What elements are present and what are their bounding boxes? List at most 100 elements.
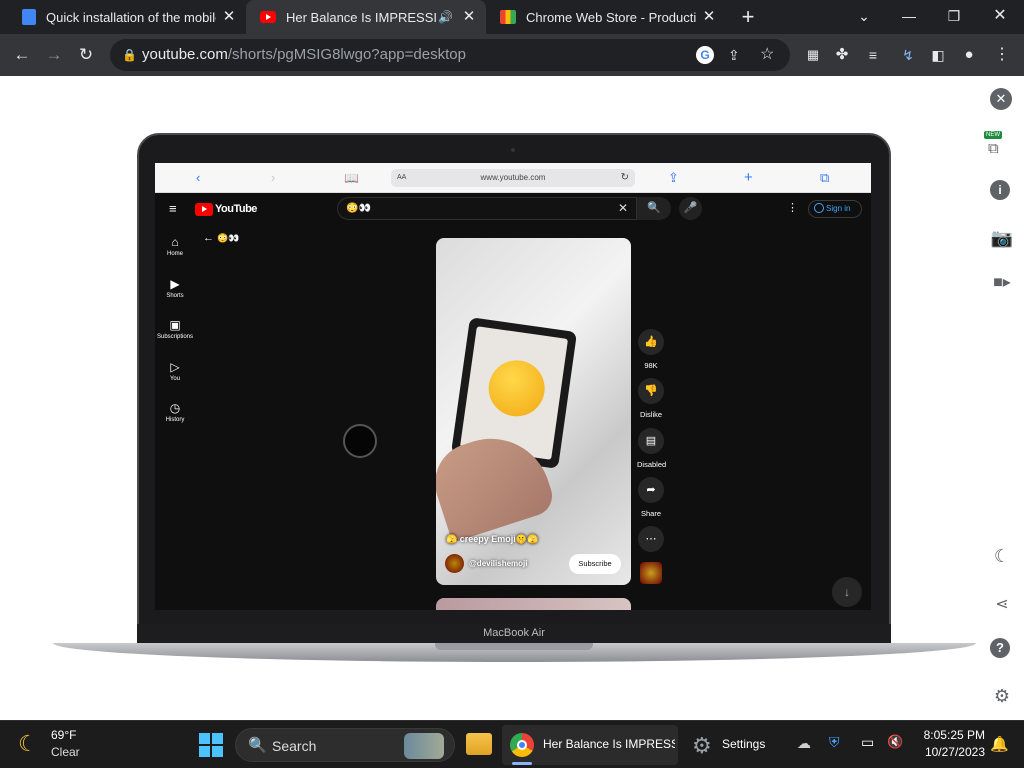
safari-new-tab-icon[interactable]: + — [744, 170, 753, 186]
defender-shield-icon[interactable]: ⛨ — [829, 734, 840, 751]
devices-icon[interactable]: NEW ⧉ — [984, 131, 1014, 157]
safari-tabs-icon[interactable]: ⧉ — [820, 170, 829, 186]
account-icon — [814, 203, 824, 213]
notification-bell-icon[interactable]: 🔔 — [990, 735, 1009, 753]
google-lens-icon[interactable]: G — [696, 46, 714, 64]
close-panel-icon[interactable]: ✕ — [990, 88, 1012, 110]
reload-icon[interactable]: ↻ — [74, 43, 98, 67]
nav-history[interactable]: ◷ History — [155, 401, 195, 423]
clock-time[interactable]: 8:05:25 PM — [915, 728, 985, 742]
hamburger-menu-icon[interactable]: ≡ — [169, 201, 177, 216]
taskbar-chrome-window[interactable]: Her Balance Is IMPRESSI — [502, 725, 678, 765]
short-video[interactable]: 🫣 creepy Emoji🤫🫣 @devilishemoji Subscrib… — [436, 238, 631, 585]
extensions-puzzle-icon[interactable]: ✤ — [830, 43, 854, 67]
media-control-icon[interactable]: ≡ — [861, 43, 885, 67]
camera-icon[interactable]: 📷 — [990, 228, 1014, 252]
more-options-icon[interactable]: ⋮ — [787, 201, 798, 214]
tab-chrome-web-store[interactable]: Chrome Web Store - Productivity ✕ — [486, 0, 726, 34]
clear-search-icon[interactable]: ✕ — [618, 198, 628, 219]
forward-arrow-icon[interactable]: → — [42, 43, 66, 67]
taskbar-search-input[interactable]: 🔍 Search — [235, 728, 455, 762]
moon-weather-icon[interactable]: ☾ — [18, 731, 38, 757]
share-icon: ➦ — [638, 477, 664, 503]
dislike-button[interactable]: 👎 Dislike — [637, 378, 665, 419]
subscribe-button[interactable]: Subscribe — [569, 554, 621, 574]
settings-gear-icon: ⚙ — [692, 733, 712, 758]
weather-desc[interactable]: Clear — [51, 745, 80, 759]
new-tab-button[interactable]: + — [736, 4, 760, 30]
windows-start-icon[interactable] — [199, 733, 223, 757]
audio-playing-icon[interactable]: 🔊 — [438, 10, 453, 24]
share-page-icon[interactable]: ⇪ — [728, 39, 740, 71]
safari-back-icon[interactable]: ‹ — [196, 170, 200, 186]
close-tab-icon[interactable]: ✕ — [460, 8, 478, 26]
safari-share-icon[interactable]: ⇪ — [668, 170, 679, 186]
search-icon: 🔍 — [248, 737, 267, 754]
tab-search-chevron-icon[interactable]: ⌄ — [840, 0, 888, 34]
address-bar[interactable]: 🔒 youtube.com/shorts/pgMSIG8lwgo?app=des… — [110, 39, 790, 71]
nav-home[interactable]: ⌂ Home — [155, 235, 195, 257]
next-short-preview[interactable] — [436, 598, 631, 610]
next-video-arrow-icon[interactable]: ↓ — [832, 577, 862, 607]
tab-title: Her Balance Is IMPRESSIVE! — [286, 9, 436, 25]
info-icon[interactable]: i — [990, 180, 1010, 200]
dark-mode-moon-icon[interactable]: ☾ — [990, 546, 1014, 570]
profile-avatar-icon[interactable]: ● — [957, 43, 981, 67]
volume-muted-icon[interactable]: 🔇 — [887, 734, 903, 750]
like-button[interactable]: 👍 98K — [637, 329, 665, 370]
channel-handle[interactable]: @devilishemoji — [469, 559, 527, 568]
voice-search-icon[interactable]: 🎤 — [679, 197, 702, 220]
maximize-button[interactable]: ❐ — [930, 0, 978, 34]
safari-reload-icon[interactable]: ↻ — [621, 169, 629, 187]
channel-avatar[interactable] — [445, 554, 464, 573]
tab-quick-installation[interactable]: Quick installation of the mobile a ✕ — [8, 0, 246, 34]
close-tab-icon[interactable]: ✕ — [220, 8, 238, 26]
chrome-menu-icon[interactable]: ⋮ — [990, 43, 1014, 67]
query-label: 😳👀 — [217, 233, 240, 243]
youtube-logo[interactable]: YouTube — [195, 202, 257, 216]
more-actions-button[interactable]: ⋯ — [637, 526, 665, 552]
bookmark-star-icon[interactable]: ☆ — [760, 39, 774, 71]
close-tab-icon[interactable]: ✕ — [700, 8, 718, 26]
clock-date[interactable]: 10/27/2023 — [915, 745, 985, 759]
taskbar-settings-window[interactable]: ⚙ Settings — [690, 725, 780, 765]
tab-strip: Quick installation of the mobile a ✕ Her… — [0, 0, 1024, 34]
close-window-button[interactable]: ✕ — [976, 0, 1024, 34]
safari-url-text: www.youtube.com — [480, 173, 546, 182]
youtube-play-icon — [195, 202, 213, 216]
chrome-web-store-favicon-icon — [500, 10, 516, 24]
home-icon: ⌂ — [171, 235, 179, 249]
nav-shorts[interactable]: ▶ Shorts — [155, 277, 195, 299]
safari-bookmarks-icon[interactable]: 📖 — [344, 170, 359, 186]
onedrive-icon[interactable]: ☁ — [797, 735, 811, 752]
url-host: youtube.com — [142, 46, 228, 63]
aa-label[interactable]: AA — [397, 169, 406, 187]
back-arrow-icon[interactable]: ← — [203, 232, 214, 244]
share-button[interactable]: ➦ Share — [637, 477, 665, 518]
safari-url-bar[interactable]: AA www.youtube.com ↻ — [391, 169, 635, 187]
tab-title: Quick installation of the mobile a — [46, 9, 216, 25]
file-explorer-icon[interactable] — [466, 733, 492, 755]
weather-temp[interactable]: 69°F — [51, 728, 76, 742]
download-icon[interactable]: ↯ — [896, 43, 920, 67]
back-arrow-icon[interactable]: ← — [10, 43, 34, 67]
tab-youtube-short[interactable]: Her Balance Is IMPRESSIVE! 🔊 ✕ — [246, 0, 486, 34]
youtube-search-button[interactable]: 🔍 — [637, 197, 671, 220]
share-icon[interactable]: ⋖ — [990, 594, 1014, 618]
lock-icon[interactable]: 🔒 — [122, 39, 137, 71]
settings-gear-icon[interactable]: ⚙ — [990, 686, 1014, 710]
nav-you[interactable]: ▷ You — [155, 360, 195, 382]
safari-forward-icon[interactable]: › — [271, 170, 275, 186]
comments-button[interactable]: ▤ Disabled — [637, 428, 666, 469]
sign-in-button[interactable]: Sign in — [808, 200, 862, 218]
youtube-search-input[interactable]: 😳👀 ✕ — [337, 197, 637, 220]
display-icon[interactable]: ▭ — [861, 734, 874, 751]
dislike-icon: 👎 — [638, 378, 664, 404]
side-panel-icon[interactable]: ◧ — [926, 43, 950, 67]
nav-subscriptions[interactable]: ▣ Subscriptions — [155, 318, 195, 340]
extension-excel-icon[interactable]: ▦ — [801, 43, 825, 67]
help-icon[interactable]: ? — [990, 638, 1010, 658]
minimize-button[interactable]: — — [885, 0, 933, 34]
sound-avatar[interactable] — [640, 562, 662, 584]
video-camera-icon[interactable]: ■▸ — [990, 272, 1014, 296]
